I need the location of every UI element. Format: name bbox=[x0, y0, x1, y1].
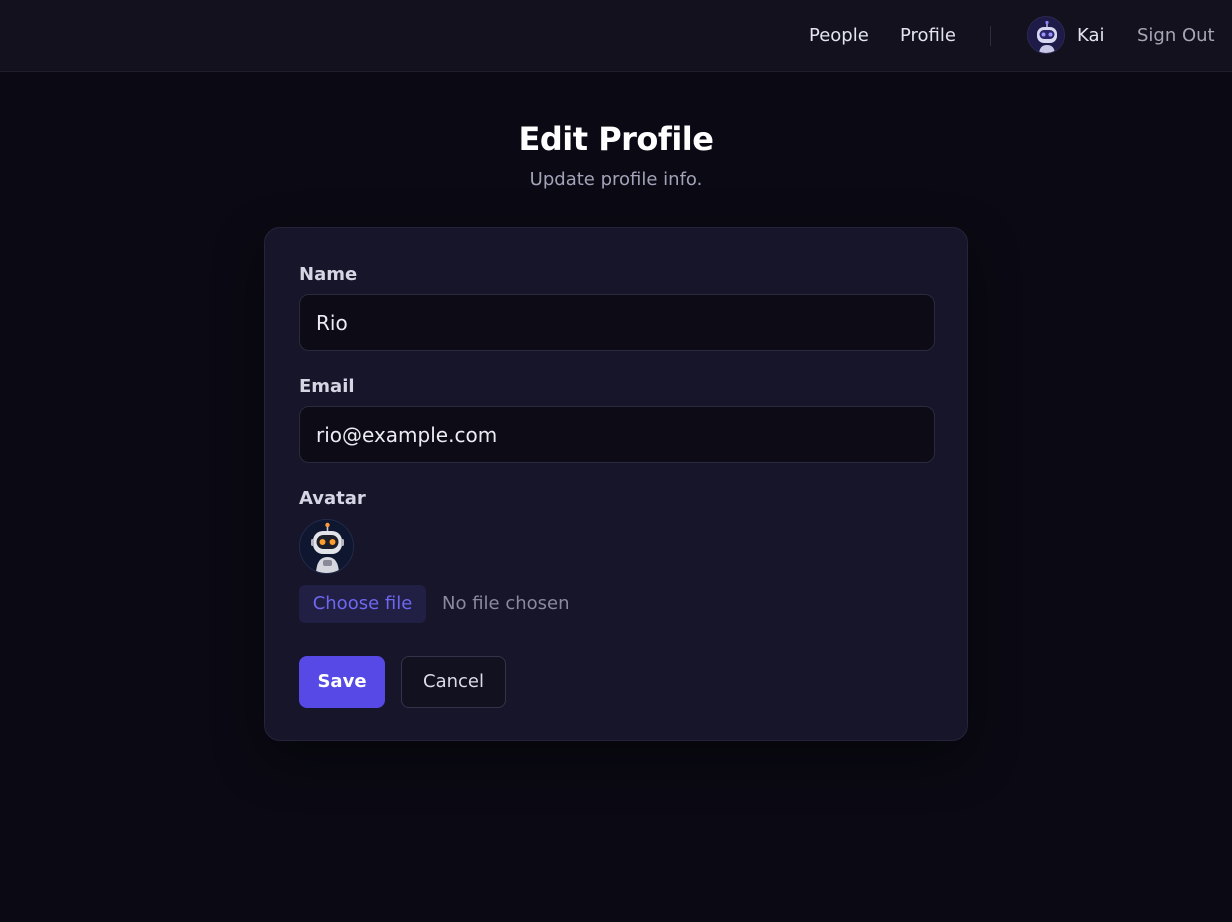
avatar-preview bbox=[299, 519, 354, 574]
nav-divider bbox=[990, 26, 991, 46]
email-label: Email bbox=[299, 376, 355, 397]
email-input[interactable] bbox=[299, 406, 935, 463]
nav-people-link[interactable]: People bbox=[809, 24, 869, 48]
page-title: Edit Profile bbox=[518, 120, 714, 158]
nav-profile-link[interactable]: Profile bbox=[900, 24, 956, 48]
file-status-text: No file chosen bbox=[442, 593, 570, 614]
name-input[interactable] bbox=[299, 294, 935, 351]
choose-file-button[interactable]: Choose file bbox=[299, 585, 426, 623]
robot-avatar-icon bbox=[1028, 17, 1064, 53]
top-nav-bar: People Profile Kai Sign Out bbox=[0, 0, 1232, 72]
page-subtitle: Update profile info. bbox=[529, 169, 703, 190]
avatar-label: Avatar bbox=[299, 488, 366, 509]
user-avatar[interactable] bbox=[1027, 16, 1065, 54]
cancel-button[interactable]: Cancel bbox=[401, 656, 506, 708]
name-label: Name bbox=[299, 264, 358, 285]
save-button[interactable]: Save bbox=[299, 656, 385, 708]
edit-profile-card: Name Email Avatar Choose file No file ch… bbox=[264, 227, 968, 741]
sign-out-link[interactable]: Sign Out bbox=[1137, 24, 1215, 48]
robot-avatar-icon bbox=[300, 520, 353, 573]
nav-username[interactable]: Kai bbox=[1077, 24, 1105, 48]
